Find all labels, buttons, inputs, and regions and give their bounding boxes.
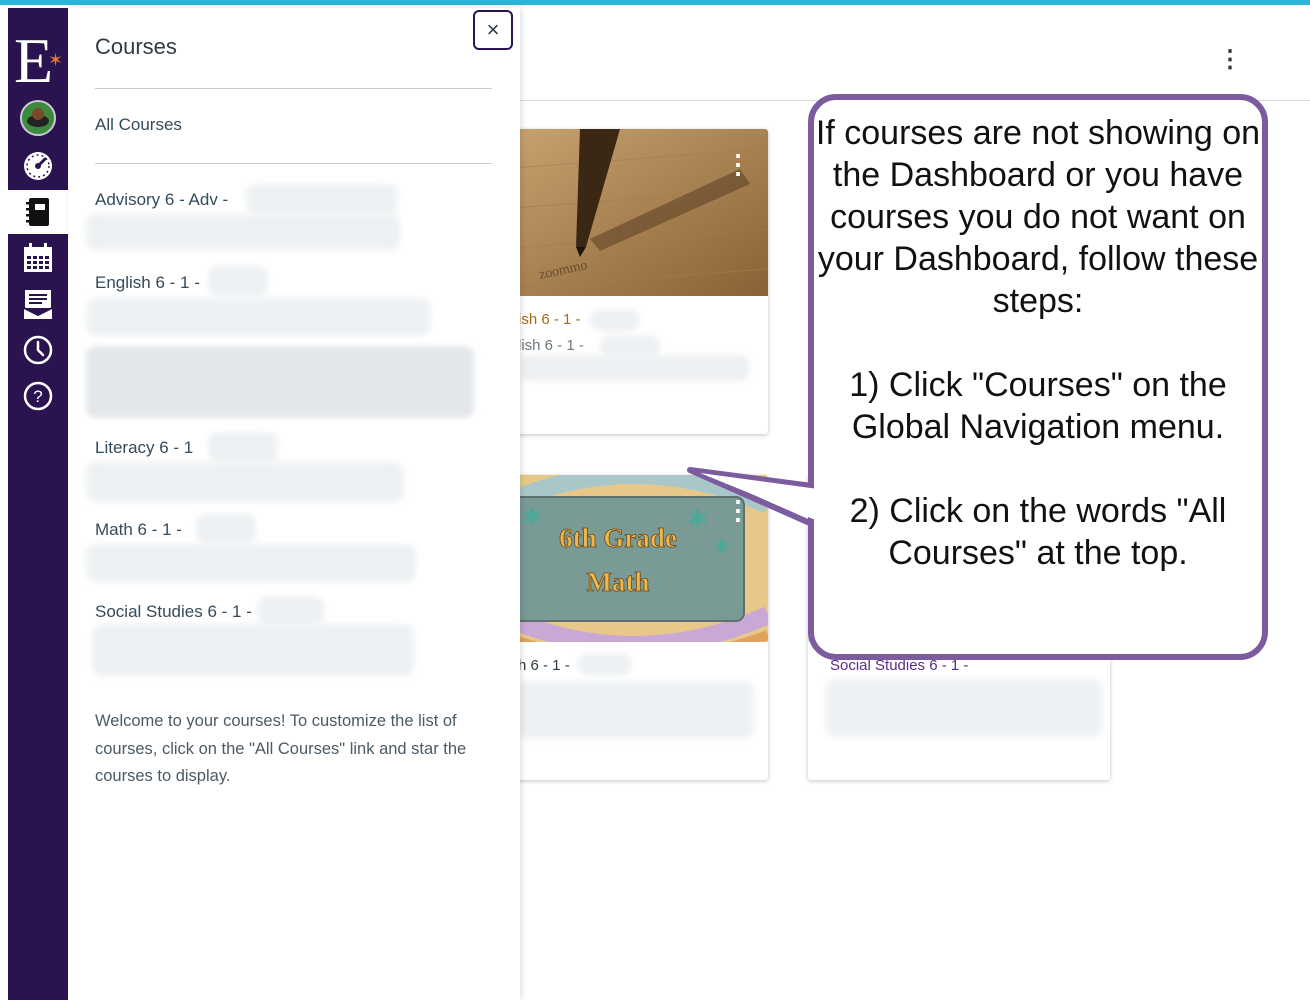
course-link-advisory[interactable]: Advisory 6 - Adv - — [95, 190, 228, 210]
redacted-text — [258, 596, 324, 626]
card-kebab-icon[interactable]: ⋮ — [725, 151, 751, 177]
inbox-icon[interactable] — [8, 282, 68, 326]
course-card-math[interactable]: ✱ ✱ ✱ 6th Grade Math ⋮ h 6 - 1 - — [500, 475, 768, 780]
callout-text: If courses are not showing on the Dashbo… — [815, 114, 1261, 572]
banner-line-1: 6th Grade — [559, 523, 677, 553]
banner-line-2: Math — [587, 567, 650, 597]
redacted-text — [86, 544, 416, 582]
redacted-text — [518, 681, 754, 739]
redacted-text — [196, 514, 256, 544]
dashboard-options-kebab[interactable]: ⋮ — [1218, 48, 1242, 72]
svg-text:?: ? — [33, 387, 42, 406]
course-link-literacy[interactable]: Literacy 6 - 1 — [95, 438, 193, 458]
redacted-text — [600, 335, 660, 357]
courses-tray: Courses × All Courses Advisory 6 - Adv -… — [68, 8, 520, 1000]
instruction-callout: If courses are not showing on the Dashbo… — [808, 94, 1268, 660]
global-navigation: E ✶ ? — [8, 8, 68, 1000]
svg-text:✱: ✱ — [688, 506, 708, 533]
redacted-text — [92, 624, 414, 676]
redacted-text — [86, 462, 404, 502]
card-course-code[interactable]: ish 6 - 1 - — [518, 311, 581, 328]
help-icon[interactable]: ? — [8, 374, 68, 418]
svg-text:✱: ✱ — [714, 537, 729, 557]
course-link-english[interactable]: English 6 - 1 - — [95, 273, 200, 293]
card-kebab-icon[interactable]: ⋮ — [725, 497, 751, 523]
account-avatar[interactable] — [8, 96, 68, 140]
card-course-code[interactable]: h 6 - 1 - — [518, 657, 570, 674]
card-course-name: lish 6 - 1 - — [518, 337, 584, 354]
redacted-text — [246, 184, 398, 214]
svg-text:✶: ✶ — [48, 50, 63, 70]
redacted-text — [86, 346, 474, 418]
tray-welcome-message: Welcome to your courses! To customize th… — [95, 712, 467, 785]
divider — [95, 163, 492, 164]
redacted-text — [86, 214, 401, 250]
dashboard-icon[interactable] — [8, 144, 68, 188]
all-courses-link[interactable]: All Courses — [95, 115, 182, 135]
course-link-math[interactable]: Math 6 - 1 - — [95, 520, 182, 540]
courses-icon[interactable] — [8, 190, 68, 234]
redacted-text — [86, 298, 431, 336]
course-link-social-studies[interactable]: Social Studies 6 - 1 - — [95, 602, 252, 622]
redacted-text — [208, 432, 278, 462]
redacted-text — [578, 653, 632, 675]
divider — [95, 88, 492, 89]
redacted-text — [208, 266, 268, 296]
svg-text:✱: ✱ — [522, 504, 542, 531]
redacted-text — [590, 309, 640, 331]
course-card-english[interactable]: zoommo ⋮ ish 6 - 1 - lish 6 - 1 - — [500, 129, 768, 434]
history-icon[interactable] — [8, 328, 68, 372]
tray-title: Courses — [95, 34, 177, 59]
school-logo[interactable]: E ✶ — [8, 20, 68, 96]
close-tray-button[interactable]: × — [473, 10, 513, 50]
redacted-text — [826, 679, 1102, 737]
redacted-text — [520, 355, 750, 381]
top-accent-strip — [0, 0, 1310, 5]
calendar-icon[interactable] — [8, 236, 68, 280]
